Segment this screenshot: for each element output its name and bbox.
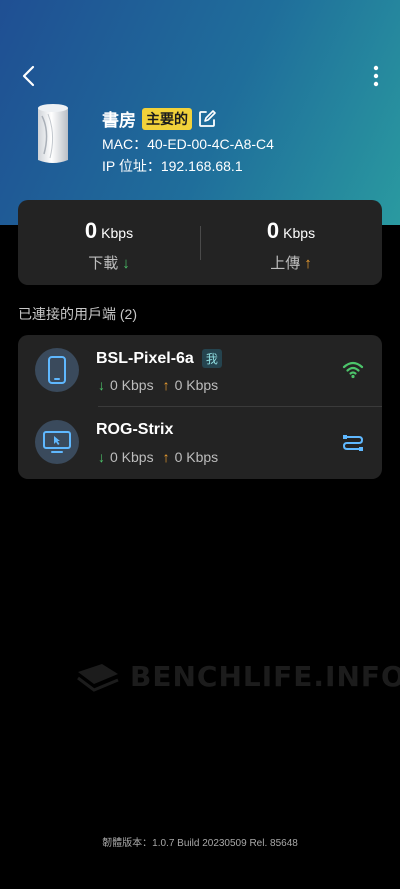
upload-value: 0 [266, 218, 280, 243]
upload-label: 上傳 [270, 255, 301, 272]
client-download: 0 Kbps [110, 449, 154, 465]
download-stat: 0 Kbps 下載 ↓ [18, 218, 200, 273]
client-row-rog-strix[interactable]: ROG-Strix ↓ 0 Kbps ↑ 0 Kbps [18, 407, 382, 479]
upload-arrow-icon: ↑ [162, 377, 170, 393]
watermark: BENCHLIFE.INFO [76, 660, 400, 693]
download-arrow-icon: ↓ [122, 255, 130, 272]
monitor-icon [35, 420, 79, 464]
download-label: 下載 [88, 255, 119, 272]
wifi-icon [342, 361, 364, 379]
phone-icon [35, 348, 79, 392]
client-upload: 0 Kbps [174, 377, 219, 393]
throughput-card: 0 Kbps 下載 ↓ 0 Kbps 上傳 ↑ [18, 200, 382, 285]
download-value: 0 [84, 218, 98, 243]
upload-unit: Kbps [283, 225, 316, 241]
client-download: 0 Kbps [110, 377, 154, 393]
ethernet-icon [342, 435, 364, 451]
client-speed: ↓ 0 Kbps ↑ 0 Kbps [98, 377, 218, 393]
device-mac: MAC：40-ED-00-4C-A8-C4 [102, 136, 274, 152]
connected-clients-title: 已連接的用戶端 (2) [18, 306, 137, 322]
more-vertical-icon [373, 65, 379, 87]
watermark-text: BENCHLIFE.INFO [130, 660, 400, 693]
device-title-row: 書房 主要的 [102, 106, 216, 131]
client-row-bsl-pixel-6a[interactable]: BSL-Pixel-6a 我 ↓ 0 Kbps ↑ 0 Kbps [18, 335, 382, 407]
back-button[interactable] [14, 62, 42, 90]
client-name-row: ROG-Strix [96, 421, 173, 439]
more-options-button[interactable] [362, 62, 390, 90]
device-name: 書房 [102, 111, 136, 130]
client-name-row: BSL-Pixel-6a 我 [96, 349, 222, 368]
watermark-logo-icon [77, 663, 119, 692]
client-name: BSL-Pixel-6a [96, 349, 194, 367]
router-device-image [38, 104, 68, 163]
firmware-version: 韌體版本：1.0.7 Build 20230509 Rel. 85648 [102, 838, 298, 849]
upload-arrow-icon: ↑ [304, 255, 312, 272]
download-unit: Kbps [101, 225, 134, 241]
edit-icon[interactable] [198, 109, 216, 128]
download-arrow-icon: ↓ [98, 449, 105, 465]
device-header: 書房 主要的 MAC：40-ED-00-4C-A8-C4 IP 位址：192.1… [0, 0, 400, 225]
back-arrow-icon [22, 65, 35, 87]
upload-arrow-icon: ↑ [162, 449, 170, 465]
download-arrow-icon: ↓ [98, 377, 105, 393]
me-badge: 我 [201, 349, 222, 368]
client-upload: 0 Kbps [174, 449, 219, 465]
clients-list: BSL-Pixel-6a 我 ↓ 0 Kbps ↑ 0 Kbps ROG-Str… [18, 335, 382, 479]
client-name: ROG-Strix [96, 421, 174, 438]
client-speed: ↓ 0 Kbps ↑ 0 Kbps [98, 449, 218, 465]
upload-stat: 0 Kbps 上傳 ↑ [200, 218, 382, 273]
device-ip: IP 位址：192.168.68.1 [102, 158, 243, 174]
primary-badge: 主要的 [142, 107, 192, 130]
